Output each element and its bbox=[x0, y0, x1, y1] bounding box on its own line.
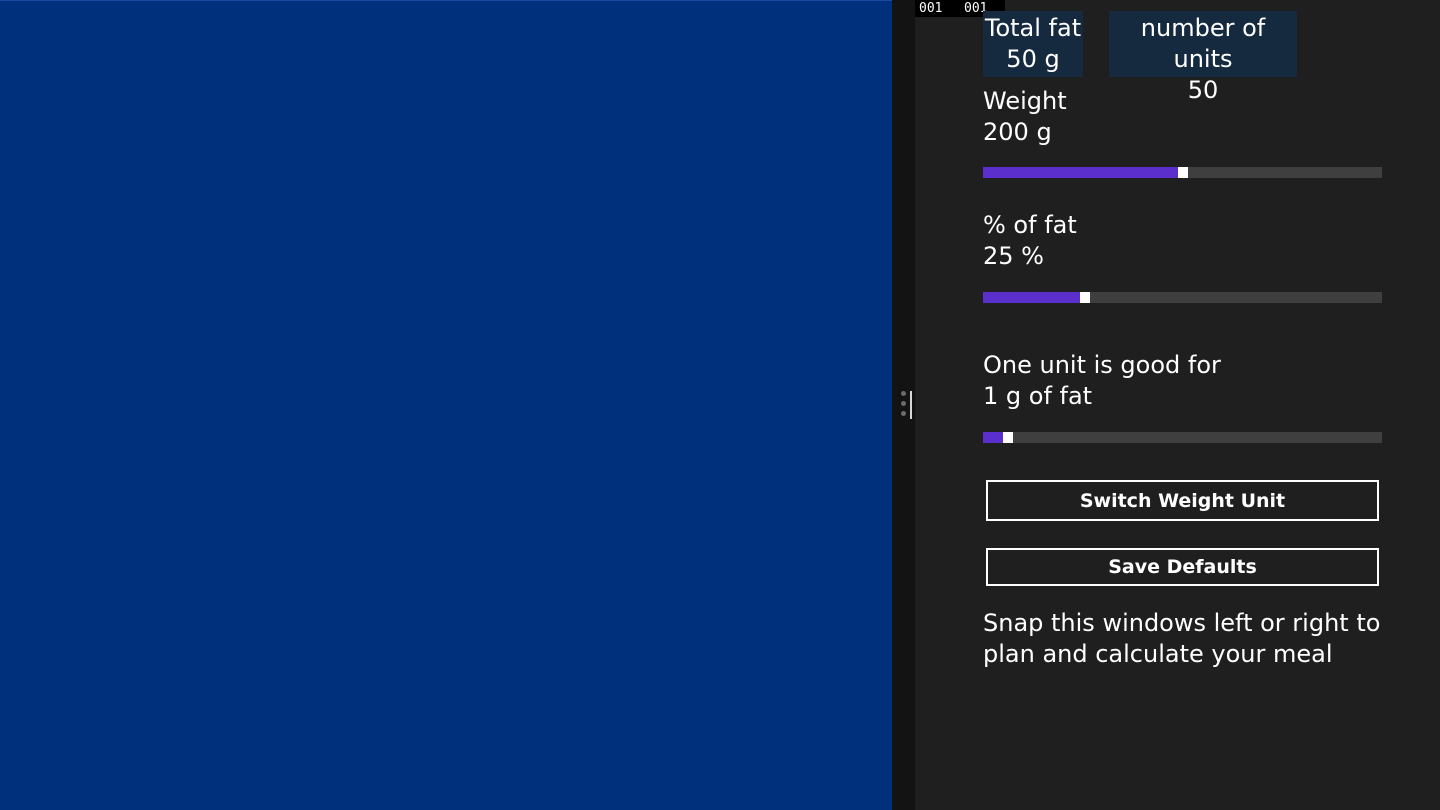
units-label: number of units bbox=[1140, 14, 1266, 73]
weight-label: Weight bbox=[983, 87, 1067, 115]
units-value: 50 bbox=[1187, 76, 1219, 104]
grip-dot-icon bbox=[901, 401, 906, 406]
weight-value: 200 g bbox=[983, 118, 1052, 146]
frame-counter: 001 bbox=[915, 0, 960, 17]
slider-fill bbox=[983, 292, 1085, 303]
fat-percent-label: % of fat bbox=[983, 211, 1077, 239]
total-fat-tile: Total fat 50 g bbox=[983, 11, 1083, 77]
fat-percent-slider[interactable] bbox=[983, 292, 1382, 303]
splitter-handle[interactable] bbox=[910, 391, 912, 419]
save-defaults-button[interactable]: Save Defaults bbox=[986, 548, 1379, 586]
screen: 001 001 Total fat 50 g number of units 5… bbox=[0, 0, 1440, 810]
fat-calculator-app: 001 001 Total fat 50 g number of units 5… bbox=[915, 0, 1440, 810]
snapped-left-pane[interactable] bbox=[0, 0, 892, 810]
fat-percent-value: 25 % bbox=[983, 242, 1044, 270]
slider-thumb[interactable] bbox=[1003, 432, 1013, 443]
slider-fill bbox=[983, 167, 1183, 178]
unit-ratio-label: One unit is good for bbox=[983, 351, 1221, 379]
grip-dot-icon bbox=[901, 391, 906, 396]
total-fat-label: Total fat bbox=[984, 14, 1082, 42]
switch-weight-unit-button[interactable]: Switch Weight Unit bbox=[986, 480, 1379, 521]
unit-ratio-value: 1 g of fat bbox=[983, 382, 1093, 410]
slider-thumb[interactable] bbox=[1178, 167, 1188, 178]
weight-slider[interactable] bbox=[983, 167, 1382, 178]
slider-thumb[interactable] bbox=[1080, 292, 1090, 303]
total-fat-value: 50 g bbox=[1006, 45, 1060, 73]
unit-ratio-slider[interactable] bbox=[983, 432, 1382, 443]
grip-dot-icon bbox=[901, 411, 906, 416]
snap-splitter[interactable] bbox=[892, 0, 915, 810]
units-tile: number of units 50 bbox=[1109, 11, 1297, 104]
snap-hint-text: Snap this windows left or right to plan … bbox=[983, 609, 1381, 668]
